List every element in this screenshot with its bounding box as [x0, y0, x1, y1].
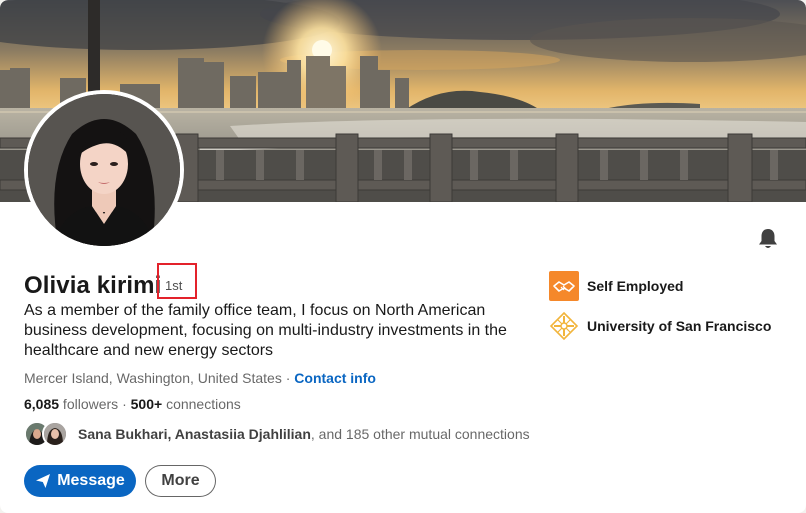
profile-photo[interactable] — [24, 90, 184, 250]
current-company[interactable]: Self Employed — [549, 271, 683, 301]
separator-dot: · — [281, 370, 295, 386]
company-name: Self Employed — [587, 278, 684, 294]
followers-count: 6,085 — [24, 396, 60, 412]
handshake-icon — [549, 271, 579, 301]
connections-count[interactable]: 500+ — [131, 396, 163, 412]
stats-separator: · — [118, 396, 131, 412]
profile-headline: As a member of the family office team, I… — [24, 302, 507, 359]
profile-card: Olivia kirimi 1st As a member of the fam… — [0, 0, 806, 513]
message-button[interactable]: Message — [24, 465, 136, 497]
school-name: University of San Francisco — [587, 318, 772, 334]
mutual-connections[interactable]: Sana Bukhari, Anastasiia Djahlilian, and… — [24, 420, 530, 448]
mutual-connections-text[interactable]: Sana Bukhari, Anastasiia Djahlilian, and… — [78, 426, 530, 442]
connections-label[interactable]: connections — [162, 396, 241, 412]
education-school[interactable]: University of San Francisco — [549, 311, 771, 341]
university-crest-icon — [549, 311, 579, 341]
message-button-label: Message — [57, 472, 125, 489]
mutual-names: Sana Bukhari, Anastasiia Djahlilian — [78, 426, 311, 442]
contact-info-link[interactable]: Contact info — [294, 370, 376, 386]
mutual-avatar — [42, 421, 68, 447]
network-stats: 6,085 followers · 500+ connections — [24, 395, 241, 413]
bell-icon[interactable] — [754, 225, 782, 253]
followers-label: followers — [59, 396, 119, 412]
profile-name: Olivia kirimi — [24, 272, 162, 299]
mutual-rest: , and 185 other mutual connections — [310, 426, 530, 442]
location-row: Mercer Island, Washington, United States… — [24, 369, 376, 387]
location-text: Mercer Island, Washington, United States — [24, 370, 282, 386]
connection-degree: 1st — [165, 278, 183, 293]
more-button[interactable]: More — [145, 465, 216, 497]
paper-plane-icon — [36, 474, 51, 488]
